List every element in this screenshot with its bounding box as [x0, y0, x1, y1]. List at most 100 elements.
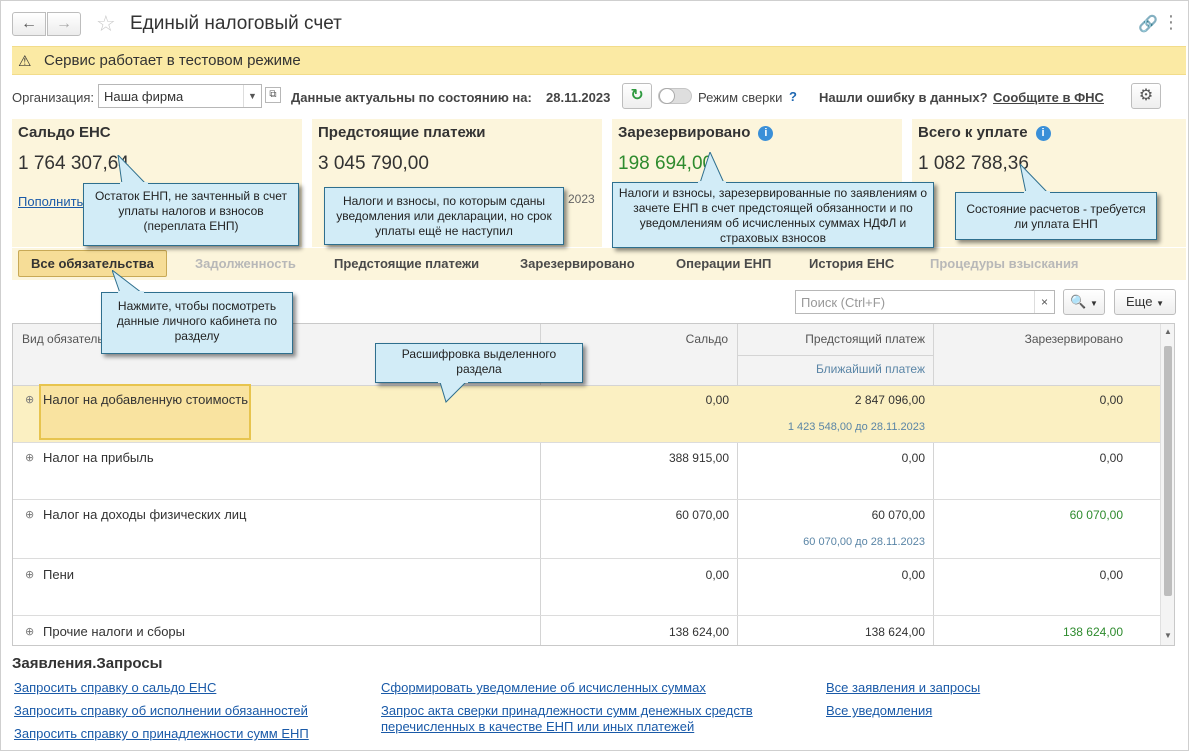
tab-reserved[interactable]: Зарезервировано — [520, 256, 635, 271]
card-upcoming-value: 3 045 790,00 — [318, 153, 429, 174]
requests-section-title: Заявления.Запросы — [12, 655, 163, 672]
reconcile-mode-toggle[interactable] — [658, 88, 692, 104]
settings-button[interactable]: ⚙ — [1131, 83, 1161, 109]
request-obligations-link[interactable]: Запросить справку об исполнении обязанно… — [14, 703, 308, 719]
row-saldo: 138 624,00 — [668, 625, 729, 639]
header-reserved[interactable]: Зарезервировано — [953, 332, 1123, 346]
header-upcoming[interactable]: Предстоящий платеж — [753, 332, 925, 346]
row-name: Прочие налоги и сборы — [43, 624, 186, 639]
callout-topay: Состояние расчетов - требуется ли уплата… — [955, 192, 1157, 240]
callout-saldo-pointer — [117, 155, 148, 185]
create-notification-link[interactable]: Сформировать уведомление об исчисленных … — [381, 680, 706, 696]
arrow-right-icon: → — [56, 15, 72, 32]
reconcile-mode-label: Режим сверки — [698, 90, 783, 105]
expand-icon[interactable]: ⊕ — [25, 451, 34, 464]
info-icon[interactable]: i — [1035, 126, 1051, 141]
more-vertical-icon[interactable]: ⋮ — [1162, 12, 1180, 33]
row-upcoming: 0,00 — [901, 568, 925, 582]
row-reserved: 60 070,00 — [1069, 508, 1123, 522]
test-mode-warning: ⚠ Сервис работает в тестовом режиме — [12, 46, 1186, 75]
tab-upcoming-payments[interactable]: Предстоящие платежи — [334, 256, 479, 271]
info-icon[interactable]: i — [758, 126, 774, 141]
tab-ens-operations[interactable]: Операции ЕНП — [676, 256, 771, 271]
actual-date-value: 28.11.2023 — [546, 90, 611, 105]
sections-tab-bar: Все обязательства Задолженность Предстоя… — [12, 248, 1186, 280]
search-button[interactable]: 🔍 ▼ — [1063, 289, 1105, 315]
obligations-table: Вид обязательства Сальдо Предстоящий пла… — [12, 323, 1175, 646]
header-saldo[interactable]: Сальдо — [613, 332, 728, 346]
chevron-down-icon: ▼ — [1156, 299, 1164, 308]
row-nearest: 60 070,00 до 28.11.2023 — [803, 536, 925, 548]
report-to-fns-link[interactable]: Сообщите в ФНС — [993, 90, 1104, 105]
top-up-link[interactable]: Пополнить — [18, 194, 83, 209]
actual-date-label: Данные актуальны по состоянию на: — [291, 90, 532, 105]
row-nearest: 1 423 548,00 до 28.11.2023 — [787, 421, 925, 433]
search-box: × — [795, 290, 1055, 314]
refresh-button[interactable]: ↻ — [622, 83, 652, 109]
organization-select[interactable]: Наша фирма ▼ — [98, 84, 262, 108]
row-reserved: 0,00 — [1099, 568, 1123, 582]
expand-icon[interactable]: ⊕ — [25, 568, 34, 581]
scroll-up-icon[interactable]: ▲ — [1161, 327, 1174, 336]
row-name: Налог на доходы физических лиц — [43, 507, 247, 522]
header-nearest[interactable]: Ближайший платеж — [753, 362, 925, 376]
clear-search-icon[interactable]: × — [1034, 291, 1054, 313]
organization-label: Организация: — [12, 90, 95, 105]
error-question-label: Нашли ошибку в данных? — [819, 90, 988, 105]
row-upcoming: 2 847 096,00 — [854, 393, 925, 407]
toggle-knob — [659, 88, 675, 104]
open-organization-icon[interactable]: ⧉ — [265, 87, 281, 103]
more-label: Еще — [1126, 294, 1153, 309]
forward-button[interactable]: → — [47, 12, 81, 36]
more-button[interactable]: Еще ▼ — [1114, 289, 1176, 315]
expand-icon[interactable]: ⊕ — [25, 625, 34, 638]
row-name: Налог на добавленную стоимость — [43, 392, 248, 407]
all-notifications-link[interactable]: Все уведомления — [826, 703, 932, 719]
callout-upcoming: Налоги и взносы, по которым сданы уведом… — [324, 187, 564, 245]
link-icon[interactable]: 🔗 — [1138, 14, 1158, 34]
organization-value: Наша фирма — [104, 89, 184, 104]
callout-topay-pointer — [1020, 164, 1050, 194]
row-reserved: 0,00 — [1099, 393, 1123, 407]
callout-reserved-pointer — [698, 152, 726, 184]
reconciliation-act-link[interactable]: Запрос акта сверки принадлежности сумм д… — [381, 703, 771, 735]
request-ownership-link[interactable]: Запросить справку о принадлежности сумм … — [14, 726, 309, 742]
card-reserved-title-row: Зарезервировано i — [618, 124, 774, 141]
request-saldo-link[interactable]: Запросить справку о сальдо ЕНС — [14, 680, 216, 696]
row-upcoming: 138 624,00 — [864, 625, 925, 639]
gear-icon: ⚙ — [1138, 87, 1154, 104]
callout-saldo: Остаток ЕНП, не зачтенный в счет уплаты … — [83, 183, 299, 246]
page-title: Единый налоговый счет — [130, 13, 342, 34]
callout-table: Расшифровка выделенного раздела — [375, 343, 583, 383]
card-topay-title: Всего к уплате — [918, 124, 1028, 141]
row-upcoming: 0,00 — [901, 451, 925, 465]
chevron-down-icon[interactable]: ▼ — [243, 85, 261, 107]
card-upcoming-title: Предстоящие платежи — [318, 124, 486, 141]
scroll-down-icon[interactable]: ▼ — [1161, 631, 1174, 640]
tab-collection-procedures[interactable]: Процедуры взыскания — [930, 256, 1079, 271]
callout-tabs-pointer — [112, 270, 144, 294]
tab-ens-history[interactable]: История ЕНС — [809, 256, 894, 271]
arrow-left-icon: ← — [21, 15, 37, 32]
tab-debt[interactable]: Задолженность — [195, 256, 296, 271]
card-topay-title-row: Всего к уплате i — [918, 124, 1051, 141]
row-saldo: 388 915,00 — [668, 451, 729, 465]
all-requests-link[interactable]: Все заявления и запросы — [826, 680, 980, 696]
row-saldo: 0,00 — [705, 568, 729, 582]
row-reserved: 138 624,00 — [1062, 625, 1123, 639]
search-input[interactable] — [796, 291, 1032, 313]
expand-icon[interactable]: ⊕ — [25, 508, 34, 521]
scrollbar-thumb[interactable] — [1164, 346, 1172, 596]
reconcile-help-icon[interactable]: ? — [789, 89, 797, 104]
favorite-star-icon[interactable]: ☆ — [96, 10, 116, 38]
back-button[interactable]: ← — [12, 12, 46, 36]
expand-icon[interactable]: ⊕ — [25, 393, 34, 406]
callout-table-pointer — [438, 381, 468, 403]
warning-text: Сервис работает в тестовом режиме — [44, 52, 301, 69]
row-upcoming: 60 070,00 — [871, 508, 925, 522]
callout-tabs: Нажмите, чтобы посмотреть данные личного… — [101, 292, 293, 354]
table-scrollbar[interactable]: ▲ ▼ — [1160, 324, 1174, 645]
title-bar: ← → ☆ Единый налоговый счет 🔗 ⋮ — [12, 10, 1180, 40]
card-upcoming-extra: 2023 — [568, 192, 595, 206]
card-reserved-title: Зарезервировано — [618, 124, 751, 141]
